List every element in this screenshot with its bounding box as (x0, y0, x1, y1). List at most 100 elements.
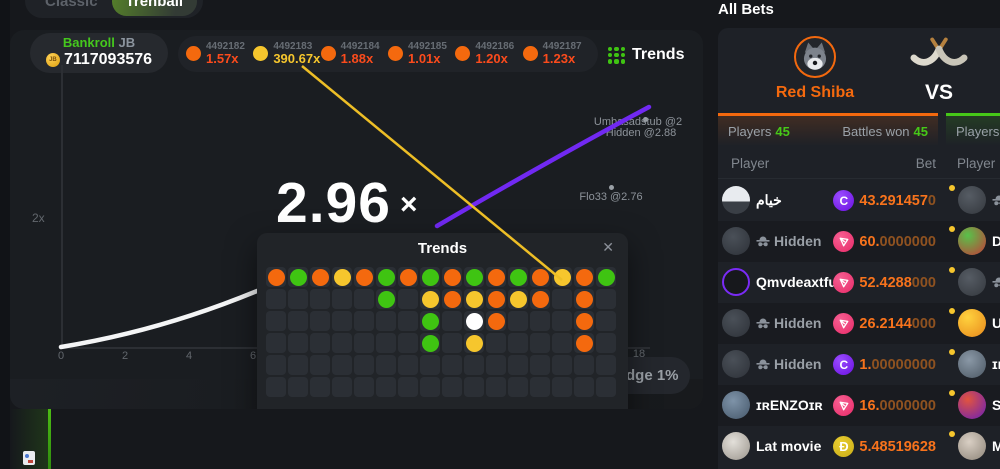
trend-cell-r1c12 (508, 267, 528, 287)
player-name[interactable]: Hidden (756, 233, 821, 249)
trend-cell-r6c13 (530, 377, 550, 397)
tab-red-shiba-stats[interactable]: Players45 Battles won45 (718, 113, 938, 146)
battles-won-label: Battles won (842, 124, 909, 139)
trend-dot (576, 269, 593, 286)
trend-cell-r1c3 (310, 267, 330, 287)
round-badge-4492184[interactable]: 44921841.88x (321, 42, 388, 66)
trend-cell-r3c3 (310, 311, 330, 331)
team-name-red-shiba: Red Shiba (735, 84, 895, 102)
trend-dot (488, 291, 505, 308)
close-icon[interactable]: ✕ (602, 239, 614, 256)
trx-coin-icon (833, 272, 854, 293)
trend-dot (510, 291, 527, 308)
trend-cell-r3c10 (464, 311, 484, 331)
unsettled-dot (949, 349, 955, 355)
player-name-2[interactable]: Um (992, 315, 1000, 331)
c-coin-icon: C (833, 354, 854, 375)
trends-button-label: Trends (632, 46, 684, 64)
avatar-2 (958, 391, 986, 419)
cashout-dot-2 (609, 185, 614, 190)
bankroll-word: Bankroll (63, 35, 115, 50)
x-tick-0: 0 (51, 350, 71, 362)
player-name[interactable]: Hidden (756, 315, 821, 331)
round-badge-4492187[interactable]: 44921871.23x (523, 42, 590, 66)
players-value: 45 (775, 124, 789, 139)
battles-won-value: 45 (914, 124, 928, 139)
tab-green-team-stats[interactable]: Players45 (946, 113, 1000, 146)
bet-amount: 5.48519628 (859, 439, 936, 455)
bet-row-5: HiddenC1.00000000ɪʀEN (718, 344, 1000, 385)
player-name-2[interactable]: Dev (992, 233, 1000, 249)
trend-cell-r3c9 (442, 311, 462, 331)
trend-dot (422, 335, 439, 352)
trend-cell-r1c9 (442, 267, 462, 287)
trend-cell-r6c2 (288, 377, 308, 397)
player-name-2[interactable]: Hidden (992, 192, 1000, 208)
x-tick-4: 4 (179, 350, 199, 362)
trend-cell-r6c11 (486, 377, 506, 397)
trend-dot (444, 269, 461, 286)
trend-cell-r1c2 (288, 267, 308, 287)
unsettled-dot (949, 431, 955, 437)
trend-cell-r2c2 (288, 289, 308, 309)
trend-cell-r2c6 (376, 289, 396, 309)
trend-cell-r5c1 (266, 355, 286, 375)
trend-dot (532, 291, 549, 308)
round-badge-4492186[interactable]: 44921861.20x (455, 42, 522, 66)
player-name[interactable]: Hidden (756, 356, 821, 372)
trend-dot (312, 269, 329, 286)
trend-cell-r6c12 (508, 377, 528, 397)
trend-cell-r3c7 (398, 311, 418, 331)
trend-cell-r3c14 (552, 311, 572, 331)
trend-dot (466, 269, 483, 286)
unsettled-dot (949, 308, 955, 314)
bet-amount: 43.2914570 (859, 193, 936, 209)
result-dot (523, 46, 538, 61)
trend-cell-r4c16 (596, 333, 616, 353)
trend-cell-r3c5 (354, 311, 374, 331)
player-name-2[interactable]: Mad (992, 438, 1000, 454)
y-axis-label: 2x (32, 211, 45, 225)
player-name-2[interactable]: ɪʀEN (992, 356, 1000, 372)
team-tabs: Players45 Battles won45 Players45 (718, 113, 1000, 146)
trends-button[interactable]: Trends (608, 46, 684, 64)
player-name-2[interactable]: Hidden (992, 274, 1000, 290)
trend-cell-r5c4 (332, 355, 352, 375)
trend-cell-r6c15 (574, 377, 594, 397)
trend-cell-r6c1 (266, 377, 286, 397)
player-name[interactable]: خيام (756, 192, 782, 209)
bet-amount-group: C43.2914570 (833, 190, 936, 211)
trend-dot (356, 269, 373, 286)
incognito-icon (992, 277, 1000, 288)
trend-dot (422, 269, 439, 286)
player-name-2[interactable]: Soh (992, 397, 1000, 413)
crossed-swords-icon (910, 36, 968, 72)
trend-cell-r5c13 (530, 355, 550, 375)
tab-classic[interactable]: Classic (31, 0, 112, 16)
team-red-shiba[interactable]: Red Shiba (735, 36, 895, 102)
tab-trenball[interactable]: Trenball (112, 0, 198, 16)
game-mode-tabs: Classic Trenball (25, 0, 203, 18)
round-badge-4492183[interactable]: 4492183390.67x (253, 42, 320, 66)
bet-amount: 26.2144000 (859, 316, 936, 332)
trend-dot (444, 291, 461, 308)
trends-grid (266, 267, 616, 397)
round-badge-4492182[interactable]: 44921821.57x (186, 42, 253, 66)
bet-row-3: Qmvdeaxtful52.4288000Hidden (718, 262, 1000, 303)
player-name[interactable]: Lat movie (756, 438, 821, 454)
avatar-2 (958, 350, 986, 378)
bets-table-header: Player Bet Player (718, 150, 1000, 179)
bankroll-badge[interactable]: Bankroll JB JB 7117093576 (30, 33, 168, 73)
incognito-icon (756, 236, 770, 247)
incognito-icon (756, 359, 770, 370)
trend-cell-r5c5 (354, 355, 374, 375)
player-name[interactable]: Qmvdeaxtful (756, 274, 841, 290)
trend-cell-r1c4 (332, 267, 352, 287)
trend-cell-r2c16 (596, 289, 616, 309)
round-badge-4492185[interactable]: 44921851.01x (388, 42, 455, 66)
column-bet: Bet (908, 156, 936, 171)
player-name[interactable]: ɪʀENZOɪʀ (756, 397, 823, 413)
trend-cell-r1c1 (266, 267, 286, 287)
trend-dot (422, 291, 439, 308)
avatar (722, 391, 750, 419)
